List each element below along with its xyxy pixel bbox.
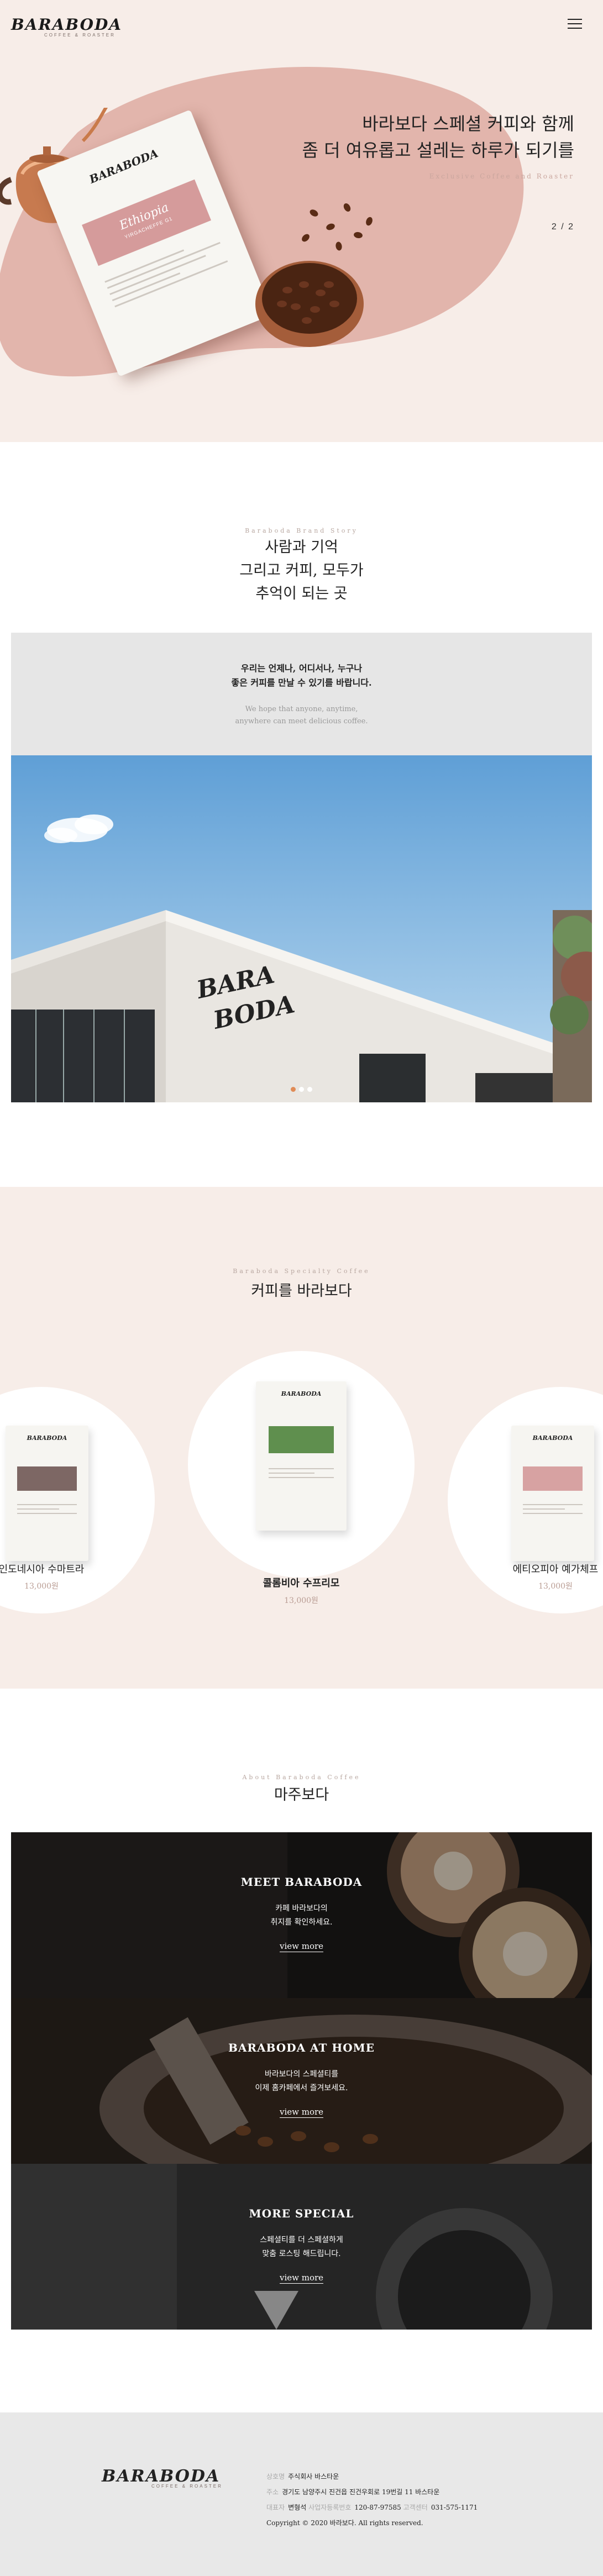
story-card-link-wrap: view more: [11, 2106, 592, 2118]
story-card-line: 바라보다의 스페셜티를: [264, 2070, 339, 2079]
product-bag-logo: BARABODA: [281, 1390, 322, 1397]
logo-wordmark: BARABODA: [11, 15, 122, 34]
about-message-korean: 우리는 언제나, 어디서나, 누구나 좋은 커피를 만날 수 있기를 바랍니다.: [11, 661, 592, 690]
footer-label: 고객센터: [403, 2504, 428, 2511]
about-carousel-dots: [11, 1084, 592, 1094]
product-card-ethiopia[interactable]: BARABODA: [448, 1387, 603, 1613]
product-bag-image: BARABODA: [511, 1426, 594, 1561]
view-more-link[interactable]: view more: [279, 2107, 324, 2118]
cafe-building-photo: BARA BODA: [11, 755, 592, 1102]
footer-address-row: 주소 경기도 남양주시 진건읍 진건우회로 19번길 11 바스타운: [266, 2484, 478, 2500]
carousel-dot-2[interactable]: [299, 1087, 304, 1092]
story-card-meet[interactable]: MEET BARABODA 카페 바라보다의 취지를 확인하세요. view m…: [11, 1832, 592, 1998]
about-title-line: 추억이 되는 곳: [255, 585, 348, 602]
product-bag-label: [268, 1426, 334, 1453]
about-en-line: We hope that anyone, anytime,: [245, 705, 358, 713]
product-bag-image: BARABODA: [6, 1426, 88, 1561]
about-message-english: We hope that anyone, anytime, anywhere c…: [11, 703, 592, 728]
product-bag-logo: BARABODA: [27, 1434, 67, 1442]
product-card-sumatra[interactable]: BARABODA: [0, 1387, 155, 1613]
footer-label: 대표자: [266, 2504, 285, 2511]
story-card-line: 취지를 확인하세요.: [270, 1918, 333, 1927]
story-card-home[interactable]: BARABODA AT HOME 바라보다의 스페셜티를 이제 홈카페에서 즐겨…: [11, 1998, 592, 2164]
carousel-dot-1[interactable]: [291, 1087, 296, 1092]
story-eyebrow: About Baraboda Coffee: [242, 1774, 361, 1781]
product-bag-logo: BARABODA: [532, 1434, 573, 1442]
product-bag-image: BARABODA: [256, 1381, 347, 1531]
products-title: 커피를 바라보다: [251, 1282, 352, 1300]
products-section: Baraboda Specialty Coffee 커피를 바라보다 BARAB…: [0, 1187, 603, 1689]
site-header: BARABODA COFFEE & ROASTER: [0, 0, 603, 50]
footer-label: 사업자등록번호: [308, 2504, 352, 2511]
product-bag-label: [17, 1466, 77, 1491]
about-message-band: 우리는 언제나, 어디서나, 누구나 좋은 커피를 만날 수 있기를 바랍니다.…: [11, 633, 592, 755]
about-en-line: anywhere can meet delicious coffee.: [235, 717, 368, 726]
product-name[interactable]: 에티오피아 예가체프: [486, 1562, 603, 1576]
hamburger-menu-icon[interactable]: [568, 19, 582, 30]
product-name[interactable]: 인도네시아 수마트라: [0, 1562, 111, 1576]
about-title-line: 그리고 커피, 모두가: [239, 562, 364, 579]
product-name[interactable]: 콜롬비아 수프리모: [232, 1575, 370, 1590]
view-more-link[interactable]: view more: [279, 2273, 324, 2284]
story-card-link-wrap: view more: [11, 2272, 592, 2284]
story-title: 마주보다: [274, 1786, 329, 1804]
story-card-title: MEET BARABODA: [240, 1875, 363, 1889]
about-title-line: 사람과 기억: [265, 539, 338, 556]
carousel-dot-3[interactable]: [307, 1087, 312, 1092]
hero-subtitle: Exclusive Coffee and Roaster: [429, 172, 574, 180]
footer-value: 주식회사 바스타운: [288, 2473, 339, 2480]
footer-value: 120-87-97585: [354, 2504, 401, 2511]
hero-title-line: 바라보다 스페셜 커피와 함께: [362, 113, 574, 134]
footer-logo-wordmark: BARABODA: [102, 2467, 221, 2486]
story-card-line: 이제 홈카페에서 즐겨보세요.: [255, 2084, 348, 2093]
coffee-bean-bowl-image: [255, 261, 364, 347]
products-eyebrow: Baraboda Specialty Coffee: [233, 1268, 370, 1275]
about-ko-line: 좋은 커피를 만날 수 있기를 바랍니다.: [231, 677, 372, 688]
product-bag-label: [523, 1466, 583, 1491]
footer-logo[interactable]: BARABODA COFFEE & ROASTER: [102, 2467, 223, 2489]
product-price: 13,000원: [24, 1582, 59, 1591]
about-title: 사람과 기억 그리고 커피, 모두가 추억이 되는 곳: [0, 536, 603, 606]
story-card-link-wrap: view more: [11, 1941, 592, 1952]
story-card-line: 스페셜티를 더 스페셜하게: [260, 2236, 343, 2244]
story-card-line: 맞춤 로스팅 해드립니다.: [262, 2249, 341, 2258]
story-card-title: BARABODA AT HOME: [228, 2041, 375, 2054]
footer-value: 경기도 남양주시 진건읍 진건우회로 19번길 11 바스타운: [282, 2488, 440, 2496]
footer-company-row: 상호명 주식회사 바스타운: [266, 2469, 478, 2484]
footer-label: 상호명: [266, 2473, 285, 2480]
hero-section: BARABODA Ethiopia YIRGACHEFFE G1 바라보다 스페…: [0, 0, 603, 442]
about-ko-line: 우리는 언제나, 어디서나, 누구나: [240, 663, 363, 674]
hero-title: 바라보다 스페셜 커피와 함께 좀 더 여유롭고 설레는 하루가 되기를: [302, 111, 574, 164]
footer-value: 031-575-1171: [431, 2504, 478, 2511]
building-illustration: BARA BODA: [11, 755, 592, 1102]
story-card-text: 카페 바라보다의 취지를 확인하세요.: [11, 1902, 592, 1930]
product-price: 13,000원: [284, 1596, 318, 1605]
story-card-title: MORE SPECIAL: [249, 2207, 354, 2220]
view-more-link[interactable]: view more: [279, 1941, 324, 1952]
site-footer: BARABODA COFFEE & ROASTER 상호명 주식회사 바스타운 주…: [0, 2412, 603, 2576]
hero-title-line: 좀 더 여유롭고 설레는 하루가 되기를: [302, 140, 574, 161]
product-price: 13,000원: [538, 1582, 573, 1591]
product-card-colombia[interactable]: BARABODA: [188, 1351, 415, 1578]
hero-slide-pager[interactable]: 2 / 2: [552, 222, 574, 232]
story-card-special[interactable]: MORE SPECIAL 스페셜티를 더 스페셜하게 맞춤 로스팅 해드립니다.…: [11, 2164, 592, 2330]
story-card-line: 카페 바라보다의: [275, 1904, 328, 1913]
footer-label: 주소: [266, 2488, 279, 2496]
story-card-text: 스페셜티를 더 스페셜하게 맞춤 로스팅 해드립니다.: [11, 2233, 592, 2261]
story-card-text: 바라보다의 스페셜티를 이제 홈카페에서 즐겨보세요.: [11, 2068, 592, 2095]
header-logo[interactable]: BARABODA COFFEE & ROASTER: [11, 15, 122, 38]
footer-copyright: Copyright © 2020 바라보다. All rights reserv…: [266, 2519, 423, 2527]
footer-contact-row: 대표자 변형석 사업자등록번호 120-87-97585 고객센터 031-575-1…: [266, 2500, 478, 2515]
footer-company-info: 상호명 주식회사 바스타운 주소 경기도 남양주시 진건읍 진건우회로 19번길 1…: [266, 2469, 478, 2531]
about-eyebrow: Baraboda Brand Story: [245, 527, 358, 534]
footer-value: 변형석: [288, 2504, 307, 2511]
